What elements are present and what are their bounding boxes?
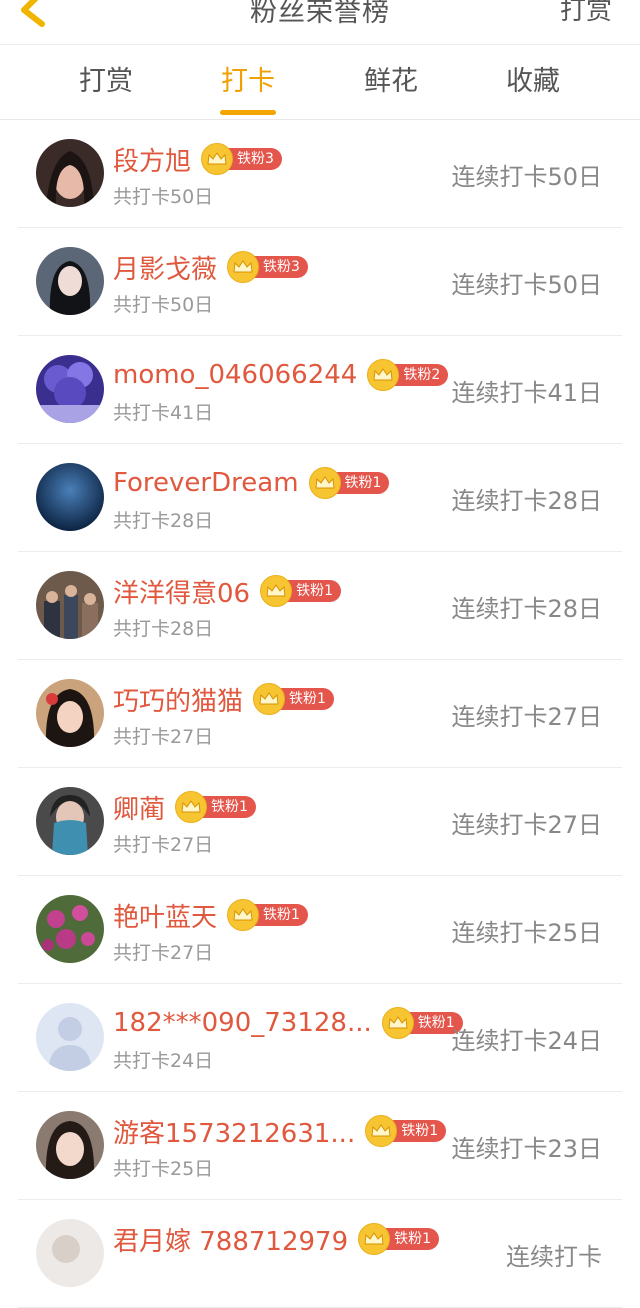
list-item[interactable]: momo_046066244 铁粉2 共打卡41日 连续打卡41日	[0, 336, 640, 444]
total-checkins: 共打卡28日	[113, 618, 214, 640]
user-name[interactable]: momo_046066244	[113, 360, 357, 390]
total-checkins: 共打卡28日	[113, 510, 214, 532]
tab-label: 鲜花	[364, 66, 418, 97]
avatar[interactable]	[36, 355, 104, 423]
ranking-list: 段方旭 铁粉3 共打卡50日 连续打卡50日 月影戈薇 铁粉3 共打卡50日 连…	[0, 120, 640, 1308]
crown-icon	[373, 368, 393, 381]
crown-icon	[207, 152, 227, 165]
total-checkins: 共打卡50日	[113, 186, 214, 208]
total-checkins: 共打卡25日	[113, 1158, 214, 1180]
active-tab-indicator	[220, 110, 276, 115]
tab-flowers[interactable]: 鲜花	[320, 45, 462, 119]
total-checkins: 共打卡27日	[113, 834, 214, 856]
streak-days: 连续打卡24日	[451, 1027, 602, 1055]
fan-badge: 铁粉2	[367, 359, 449, 391]
avatar[interactable]	[36, 247, 104, 315]
user-name[interactable]: 游客1573212631...	[113, 1113, 355, 1150]
avatar[interactable]	[36, 463, 104, 531]
crown-icon	[266, 584, 286, 597]
crown-icon	[233, 260, 253, 273]
list-item[interactable]: 巧巧的猫猫 铁粉1 共打卡27日 连续打卡27日	[0, 660, 640, 768]
tab-label: 打卡	[221, 66, 275, 97]
list-item[interactable]: 君月嫁 788712979 铁粉1 连续打卡	[0, 1200, 640, 1308]
user-name[interactable]: 君月嫁 788712979	[113, 1221, 348, 1258]
streak-days: 连续打卡27日	[451, 703, 602, 731]
streak-days: 连续打卡25日	[451, 919, 602, 947]
list-item[interactable]: 卿蔺 铁粉1 共打卡27日 连续打卡27日	[0, 768, 640, 876]
fan-badge: 铁粉1	[260, 575, 342, 607]
fan-badge: 铁粉1	[365, 1115, 447, 1147]
streak-days: 连续打卡28日	[451, 595, 602, 623]
crown-icon	[181, 800, 201, 813]
streak-days: 连续打卡23日	[451, 1135, 602, 1163]
crown-icon	[259, 692, 279, 705]
streak-days: 连续打卡	[506, 1243, 602, 1271]
tab-label: 收藏	[506, 66, 560, 97]
user-name[interactable]: 182***090_73128...	[113, 1008, 372, 1038]
avatar[interactable]	[36, 787, 104, 855]
list-item[interactable]: ForeverDream 铁粉1 共打卡28日 连续打卡28日	[0, 444, 640, 552]
fan-badge: 铁粉3	[227, 251, 308, 283]
avatar[interactable]	[36, 679, 104, 747]
total-checkins: 共打卡41日	[113, 402, 214, 424]
fan-badge: 铁粉1	[308, 467, 390, 499]
fan-badge: 铁粉1	[175, 791, 256, 823]
list-item[interactable]: 182***090_73128... 铁粉1 共打卡24日 连续打卡24日	[0, 984, 640, 1092]
total-checkins: 共打卡24日	[113, 1050, 214, 1072]
total-checkins: 共打卡27日	[113, 942, 214, 964]
tab-favorites[interactable]: 收藏	[462, 45, 604, 119]
total-checkins: 共打卡27日	[113, 726, 214, 748]
streak-days: 连续打卡50日	[451, 271, 602, 299]
avatar[interactable]	[36, 1111, 104, 1179]
user-name[interactable]: 洋洋得意06	[113, 573, 250, 610]
total-checkins: 共打卡50日	[113, 294, 214, 316]
user-name[interactable]: 月影戈薇	[113, 249, 217, 286]
avatar[interactable]	[36, 139, 104, 207]
fan-badge: 铁粉3	[201, 143, 282, 175]
streak-days: 连续打卡41日	[451, 379, 602, 407]
list-item[interactable]: 艳叶蓝天 铁粉1 共打卡27日 连续打卡25日	[0, 876, 640, 984]
user-name[interactable]: 卿蔺	[113, 789, 165, 826]
avatar[interactable]	[36, 895, 104, 963]
streak-days: 连续打卡27日	[451, 811, 602, 839]
avatar[interactable]	[36, 1003, 104, 1071]
avatar[interactable]	[36, 1219, 104, 1287]
list-item[interactable]: 洋洋得意06 铁粉1 共打卡28日 连续打卡28日	[0, 552, 640, 660]
tab-checkin[interactable]: 打卡	[177, 45, 319, 119]
streak-days: 连续打卡50日	[451, 163, 602, 191]
list-item[interactable]: 段方旭 铁粉3 共打卡50日 连续打卡50日	[0, 120, 640, 228]
top-bar: 粉丝荣誉榜 打赏	[0, 0, 640, 45]
list-item[interactable]: 游客1573212631... 铁粉1 共打卡25日 连续打卡23日	[0, 1092, 640, 1200]
crown-icon	[364, 1232, 384, 1245]
tab-reward[interactable]: 打赏	[35, 45, 177, 119]
user-name[interactable]: ForeverDream	[113, 468, 299, 498]
tab-bar: 打赏 打卡 鲜花 收藏	[0, 45, 640, 120]
tab-label: 打赏	[79, 66, 133, 97]
user-name[interactable]: 段方旭	[113, 141, 191, 178]
fan-badge: 铁粉1	[253, 683, 334, 715]
user-name[interactable]: 巧巧的猫猫	[113, 681, 243, 718]
streak-days: 连续打卡28日	[451, 487, 602, 515]
crown-icon	[388, 1016, 408, 1029]
list-item[interactable]: 月影戈薇 铁粉3 共打卡50日 连续打卡50日	[0, 228, 640, 336]
crown-icon	[314, 476, 335, 489]
page-title: 粉丝荣誉榜	[250, 0, 390, 28]
fan-badge: 铁粉1	[227, 899, 308, 931]
avatar[interactable]	[36, 571, 104, 639]
crown-icon	[233, 908, 253, 921]
reward-button[interactable]: 打赏	[560, 0, 612, 27]
user-name[interactable]: 艳叶蓝天	[113, 897, 217, 934]
crown-icon	[371, 1124, 391, 1137]
